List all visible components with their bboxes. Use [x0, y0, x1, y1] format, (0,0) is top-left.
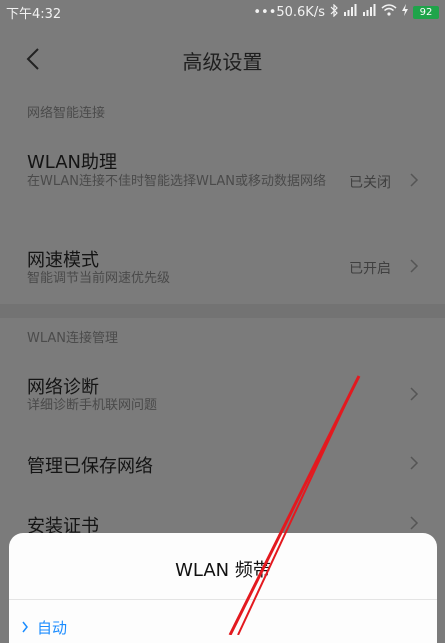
row-wlan-assistant[interactable]: WLAN助理 在WLAN连接不佳时智能选择WLAN或移动数据网络 已关闭 [0, 130, 445, 222]
row-value: 已关闭 [349, 175, 391, 191]
row-network-speed-mode[interactable]: 网速模式 智能调节当前网速优先级 已开启 [0, 232, 445, 300]
section-label-wlan-management: WLAN连接管理 [27, 331, 119, 346]
network-speed: •••50.6K/s [253, 4, 325, 20]
status-right: •••50.6K/s 92 [253, 3, 439, 21]
row-title: 管理已保存网络 [27, 456, 153, 477]
row-title: WLAN助理 [27, 152, 118, 173]
chevron-right-icon [410, 456, 419, 470]
status-time: 下午4:32 [6, 6, 62, 22]
chevron-right-icon [410, 387, 419, 401]
row-manage-saved-networks[interactable]: 管理已保存网络 [0, 436, 445, 492]
wifi-icon [381, 4, 397, 20]
row-description: 详细诊断手机联网问题 [27, 398, 158, 413]
row-description: 在WLAN连接不佳时智能选择WLAN或移动数据网络 [27, 174, 327, 189]
chevron-right-icon [22, 621, 28, 633]
signal-icon [343, 4, 358, 20]
wlan-band-sheet: WLAN 频带 自动 [9, 533, 437, 643]
section-label-smart-connection: 网络智能连接 [27, 106, 106, 121]
page-title: 高级设置 [182, 50, 263, 74]
chevron-right-icon [410, 516, 419, 530]
chevron-right-icon [410, 173, 419, 187]
sheet-option-auto[interactable]: 自动 [21, 615, 67, 639]
status-bar: 下午4:32 •••50.6K/s 92 [0, 0, 445, 24]
charging-icon [401, 4, 409, 20]
row-network-diagnosis[interactable]: 网络诊断 详细诊断手机联网问题 [0, 360, 445, 426]
header: 高级设置 [0, 24, 445, 94]
row-description: 智能调节当前网速优先级 [27, 271, 171, 286]
section-divider [0, 304, 445, 318]
chevron-right-icon [410, 259, 419, 273]
sheet-divider [9, 599, 437, 600]
row-value: 已开启 [349, 261, 391, 277]
bluetooth-icon [329, 3, 339, 21]
signal-icon-2 [362, 4, 377, 20]
sheet-title: WLAN 频带 [175, 560, 271, 581]
sheet-option-label: 自动 [37, 618, 68, 637]
battery-indicator: 92 [413, 5, 439, 19]
